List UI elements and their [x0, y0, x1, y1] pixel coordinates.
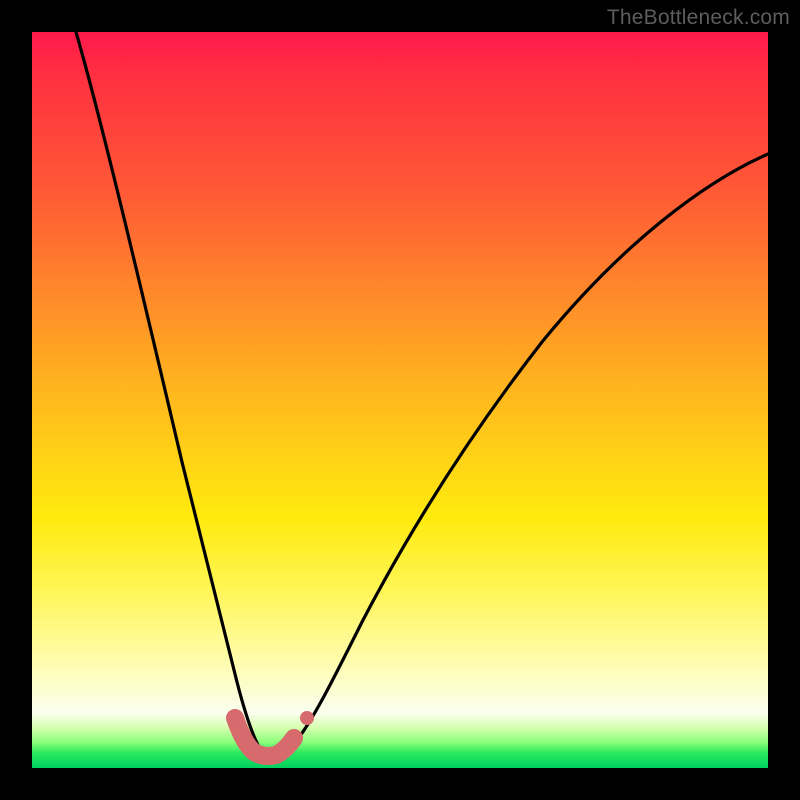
curve-path: [76, 32, 768, 756]
trough-marker-dot: [300, 711, 314, 725]
chart-frame: TheBottleneck.com: [0, 0, 800, 800]
bottleneck-curve: [32, 32, 768, 768]
watermark-text: TheBottleneck.com: [607, 6, 790, 30]
plot-area: [32, 32, 768, 768]
trough-marker-stroke: [235, 718, 294, 756]
